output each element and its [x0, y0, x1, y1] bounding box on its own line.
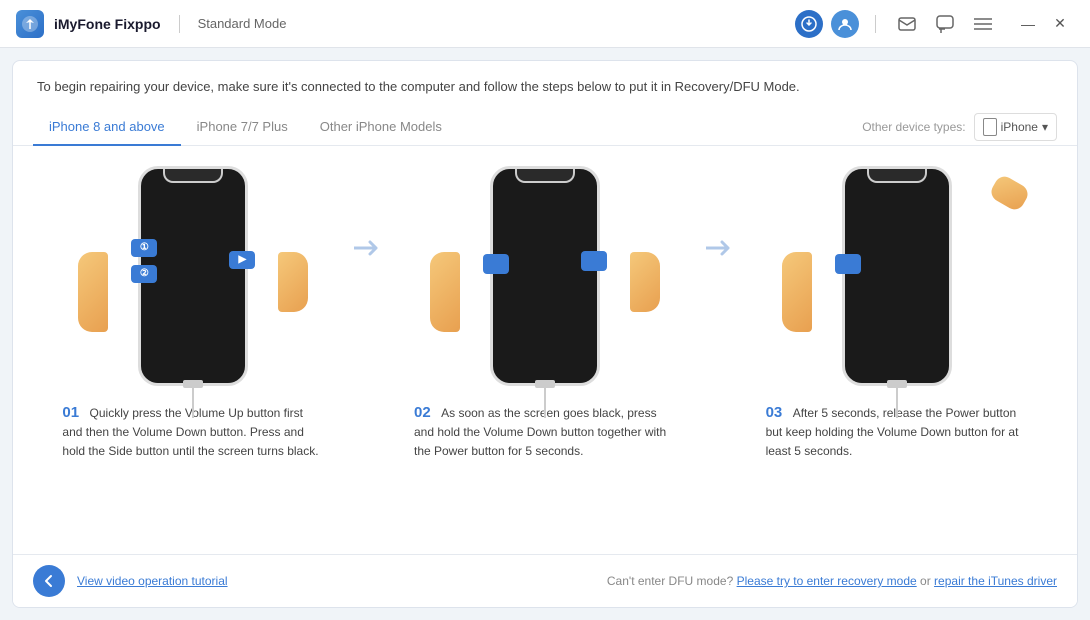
phone-notch-1 — [163, 169, 223, 183]
or-text: or — [920, 574, 934, 588]
step-num-1: 01 — [62, 404, 79, 421]
step-block-3: 03 After 5 seconds, release the Power bu… — [757, 156, 1037, 470]
step-arrow-2 — [706, 156, 736, 260]
title-bar-left: iMyFone Fixppo Standard Mode — [16, 10, 286, 38]
close-button[interactable]: ✕ — [1046, 10, 1074, 38]
title-bar: iMyFone Fixppo Standard Mode — [0, 0, 1090, 48]
instruction-text: To begin repairing your device, make sur… — [37, 79, 800, 94]
app-name: iMyFone Fixppo — [54, 16, 161, 32]
update-button[interactable] — [795, 10, 823, 38]
phone-illustration-1: ① ② ▶ — [98, 156, 288, 396]
steps-area: ① ② ▶ 01 Quickly press the Volume Up but… — [13, 146, 1077, 555]
phone-connector-3 — [887, 380, 907, 388]
phone-illustration-3 — [802, 156, 992, 396]
minimize-button[interactable]: — — [1014, 10, 1042, 38]
device-type-label: Other device types: — [862, 120, 965, 134]
phone-body-1: ① ② ▶ — [138, 166, 248, 386]
menu-icon-btn[interactable] — [968, 9, 998, 39]
app-logo — [16, 10, 44, 38]
step-block-1: ① ② ▶ 01 Quickly press the Volume Up but… — [53, 156, 333, 470]
step-block-2: 02 As soon as the screen goes black, pre… — [405, 156, 685, 470]
tab-iphone8[interactable]: iPhone 8 and above — [33, 109, 181, 146]
mode-label: Standard Mode — [198, 16, 287, 31]
phone-body-2 — [490, 166, 600, 386]
footer: View video operation tutorial Can't ente… — [13, 554, 1077, 607]
dfu-question-text: Can't enter DFU mode? — [607, 574, 733, 588]
phone-connector-2 — [535, 380, 555, 388]
step-num-2: 02 — [414, 404, 431, 421]
back-button[interactable] — [33, 565, 65, 597]
user-avatar[interactable] — [831, 10, 859, 38]
phone-illustration-2 — [450, 156, 640, 396]
device-type-selector: Other device types: iPhone ▾ — [862, 113, 1057, 141]
phone-body-3 — [842, 166, 952, 386]
window-controls: — ✕ — [1014, 10, 1074, 38]
tabs-bar: iPhone 8 and above iPhone 7/7 Plus Other… — [13, 109, 1077, 146]
phone-notch-2 — [515, 169, 575, 183]
step-arrow-1 — [354, 156, 384, 260]
step-text-2: As soon as the screen goes black, press … — [414, 406, 666, 458]
itunes-driver-link[interactable]: repair the iTunes driver — [934, 574, 1057, 588]
step-text-1: Quickly press the Volume Up button first… — [62, 406, 318, 458]
divider — [179, 15, 180, 33]
device-icon — [983, 118, 997, 136]
video-tutorial-link[interactable]: View video operation tutorial — [77, 574, 228, 588]
tab-other[interactable]: Other iPhone Models — [304, 109, 458, 146]
phone-notch-3 — [867, 169, 927, 183]
chat-icon-btn[interactable] — [930, 9, 960, 39]
device-select-dropdown[interactable]: iPhone ▾ — [974, 113, 1057, 141]
step-num-3: 03 — [766, 404, 783, 421]
title-bar-right: — ✕ — [795, 9, 1074, 39]
device-selected-value: iPhone — [1001, 120, 1038, 134]
phone-cable-2 — [544, 388, 546, 418]
mail-icon-btn[interactable] — [892, 9, 922, 39]
tab-iphone7[interactable]: iPhone 7/7 Plus — [181, 109, 304, 146]
step-text-3: After 5 seconds, release the Power butto… — [766, 406, 1019, 458]
phone-cable-1 — [192, 388, 194, 418]
divider2 — [875, 15, 876, 33]
recovery-mode-link[interactable]: Please try to enter recovery mode — [737, 574, 917, 588]
dropdown-arrow-icon: ▾ — [1042, 120, 1048, 134]
phone-cable-3 — [896, 388, 898, 418]
footer-left: View video operation tutorial — [33, 565, 228, 597]
instruction-banner: To begin repairing your device, make sur… — [13, 61, 1077, 109]
phone-connector-1 — [183, 380, 203, 388]
footer-right: Can't enter DFU mode? Please try to ente… — [607, 574, 1057, 588]
main-content: To begin repairing your device, make sur… — [12, 60, 1078, 608]
